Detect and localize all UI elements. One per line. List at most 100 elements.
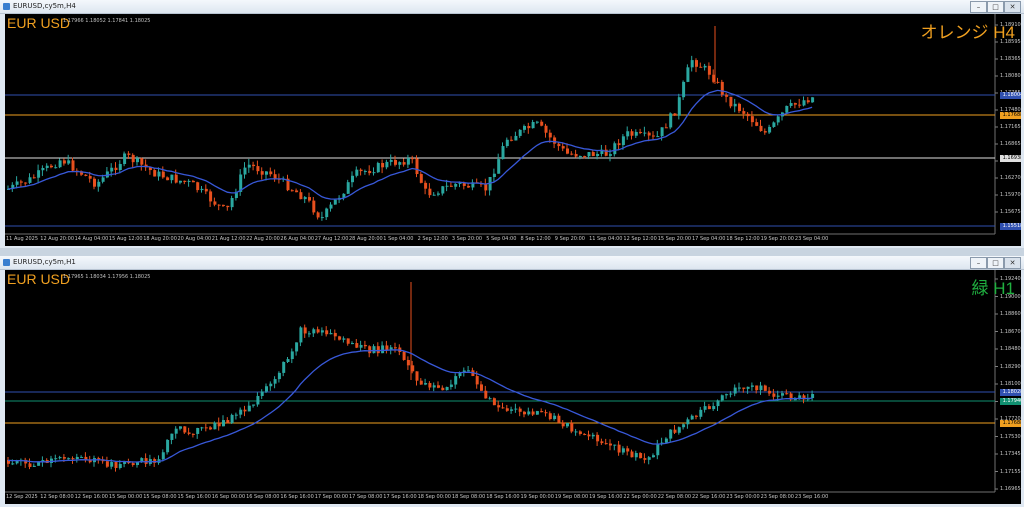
candle-body [37,170,41,178]
price-axis-label: 1.15675 [1000,209,1021,215]
candle-body [677,427,681,433]
candle-body [71,458,75,460]
candle-body [746,386,750,389]
time-axis-label: 17 Sep 08:00 [349,494,383,500]
candle-body [492,173,496,178]
candle-body [613,143,617,155]
candle-body [411,365,415,372]
candle-body [574,153,578,157]
time-axis-label: 19 Sep 20:00 [760,236,794,242]
chart-window-h4[interactable]: EURUSD,cy5m,H4 – □ ✕ EUR USD 1.17966 1.1… [0,0,1024,248]
candle-body [196,182,200,191]
candle-body [699,409,703,417]
candle-body [118,164,122,171]
window-titlebar-h4[interactable]: EURUSD,cy5m,H4 – □ ✕ [0,0,1024,14]
candle-body [449,185,453,187]
minimize-button[interactable]: – [970,257,987,269]
candle-body [591,434,595,437]
candle-body [535,411,539,415]
candle-body [50,165,53,168]
candle-body [260,391,264,396]
candle-body [578,156,582,158]
ohlc-readout: 1.17966 1.18052 1.17841 1.18025 [63,18,151,24]
chart-window-h1[interactable]: EURUSD,cy5m,H1 – □ ✕ EUR USD 1.17965 1.1… [0,256,1024,507]
candle-body [67,458,71,460]
candle-body [419,174,423,183]
candle-body [123,153,127,165]
maximize-button[interactable]: □ [987,257,1004,269]
candle-body [540,121,544,126]
candle-body [174,174,178,183]
close-button[interactable]: ✕ [1004,1,1021,13]
time-axis-label: 23 Sep 08:00 [760,494,794,500]
candle-body [712,406,716,410]
time-axis-label: 11 Sep 04:00 [589,236,623,242]
candle-body [191,433,195,435]
candle-body [363,344,367,347]
candle-body [639,453,643,459]
candle-body [260,171,264,175]
candle-body [316,329,320,333]
candle-body [110,167,114,172]
time-axis-label: 15 Aug 12:00 [108,236,143,242]
candle-body [269,383,273,387]
price-chart-h1[interactable]: EUR USD 1.17965 1.18034 1.17956 1.18025 … [5,270,1021,504]
candle-body [351,343,354,345]
time-axis-label: 16 Sep 00:00 [211,494,246,500]
candle-body [523,126,526,130]
candle-body [295,342,299,352]
candle-body [544,412,548,414]
candle-body [484,390,488,399]
candlestick-plot-h1[interactable] [5,270,1021,504]
candle-body [320,330,324,333]
candle-body [316,212,320,218]
candle-body [716,81,720,83]
candle-body [652,455,655,458]
candle-body [682,424,686,428]
candle-body [669,429,673,439]
candlestick-plot-h4[interactable] [5,14,1021,246]
candle-body [286,359,290,362]
candle-body [587,434,591,437]
candle-body [445,185,449,187]
candle-body [785,105,789,113]
candle-body [256,395,260,405]
candle-body [664,127,668,129]
candle-body [54,167,58,169]
candle-body [105,461,109,467]
candle-body [230,414,234,424]
candle-body [402,162,406,165]
maximize-button[interactable]: □ [987,1,1004,13]
candle-body [690,60,694,68]
candle-body [346,182,350,194]
price-axis-label: 1.16865 [1000,141,1021,147]
close-button[interactable]: ✕ [1004,257,1021,269]
candle-body [634,453,638,458]
candle-body [566,148,569,154]
candle-body [282,361,286,373]
candle-body [609,154,612,156]
candle-body [527,411,531,415]
price-chart-h4[interactable]: EUR USD 1.17966 1.18052 1.17841 1.18025 … [5,14,1021,246]
candle-body [682,81,686,98]
price-axis-label: 1.18860 [1000,311,1021,317]
time-axis-label: 20 Aug 04:00 [177,236,212,242]
candle-body [110,462,114,467]
minimize-button[interactable]: – [970,1,987,13]
candle-body [239,409,243,415]
time-axis-label: 22 Sep 08:00 [657,494,692,500]
candle-body [342,338,346,340]
candle-body [695,60,698,67]
candle-body [62,457,66,459]
candle-body [131,154,135,163]
candle-body [428,383,432,388]
candle-body [333,332,337,337]
candle-body [299,327,303,343]
price-axis-label: 1.16270 [1000,175,1021,181]
candle-body [157,171,161,177]
price-axis-label: 1.18480 [1000,346,1021,352]
candle-body [67,160,71,164]
candle-body [621,448,625,453]
window-titlebar-h1[interactable]: EURUSD,cy5m,H1 – □ ✕ [0,256,1024,270]
candle-body [437,193,440,195]
